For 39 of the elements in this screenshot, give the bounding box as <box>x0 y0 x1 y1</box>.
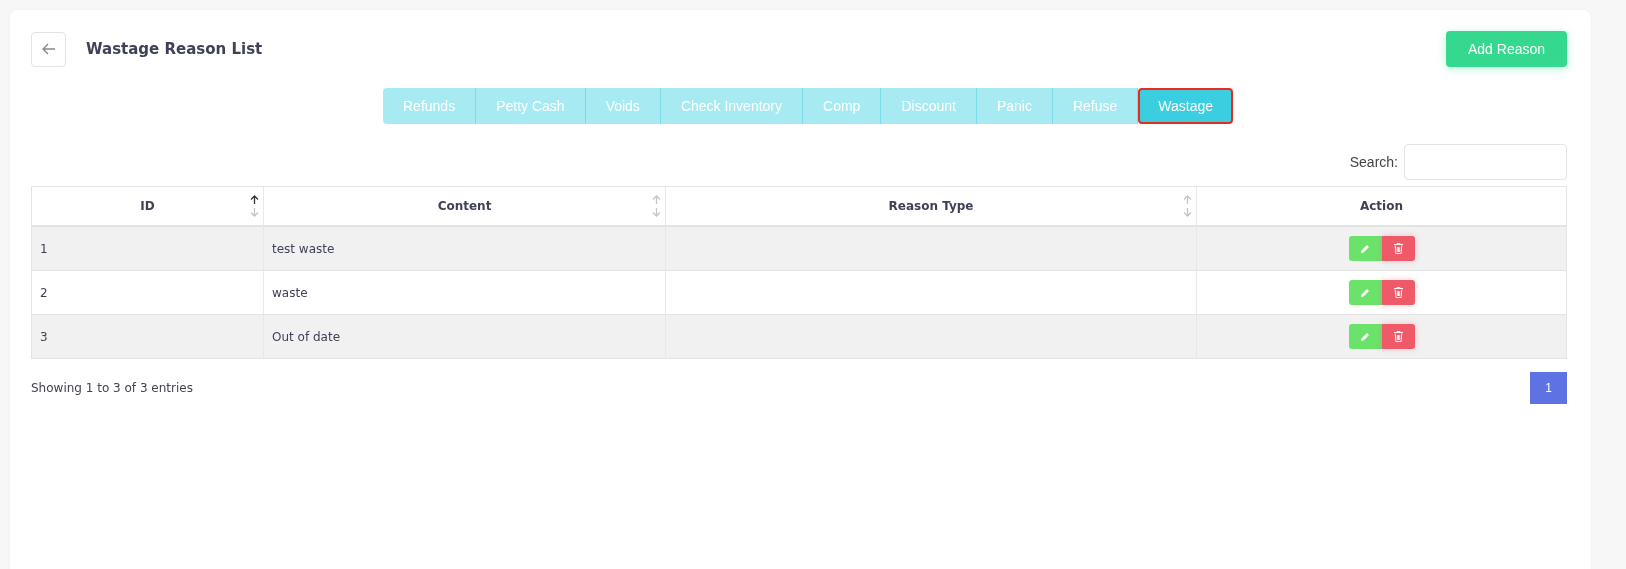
pencil-icon <box>1360 243 1370 254</box>
tab[interactable]: Wastage <box>1138 88 1233 124</box>
table-cell: 1 <box>32 227 264 270</box>
table-cell: 2 <box>32 271 264 314</box>
table-cell: 3 <box>32 315 264 358</box>
table-cell: waste <box>264 271 666 314</box>
trash-icon <box>1393 331 1403 342</box>
page-title: Wastage Reason List <box>86 40 263 58</box>
tab[interactable]: Comp <box>803 88 882 124</box>
tab[interactable]: Petty Cash <box>476 88 586 124</box>
page-button[interactable]: 1 <box>1530 372 1567 404</box>
pencil-icon <box>1360 331 1370 342</box>
pencil-icon <box>1360 287 1370 298</box>
edit-button[interactable] <box>1348 324 1382 349</box>
column-title: ID <box>140 199 155 213</box>
table-cell: test waste <box>264 227 666 270</box>
add-reason-button[interactable]: Add Reason <box>1446 31 1567 67</box>
tab[interactable]: Panic <box>976 88 1053 124</box>
column-title: Action <box>1359 199 1403 213</box>
delete-button[interactable] <box>1381 280 1415 305</box>
edit-button[interactable] <box>1348 280 1382 305</box>
delete-button[interactable] <box>1381 236 1415 261</box>
entries-info: Showing 1 to 3 of 3 entries <box>31 381 193 395</box>
tab[interactable]: Refunds <box>383 88 477 124</box>
trash-icon <box>1393 243 1403 254</box>
tab[interactable]: Check Inventory <box>660 88 804 124</box>
delete-button[interactable] <box>1381 324 1415 349</box>
edit-button[interactable] <box>1348 236 1382 261</box>
back-arrow-icon <box>41 43 56 55</box>
search-label: Search: <box>1349 154 1398 170</box>
search-field[interactable] <box>1404 144 1567 180</box>
column-title: Content <box>437 199 492 213</box>
trash-icon <box>1393 287 1403 298</box>
back-button[interactable] <box>31 31 66 67</box>
tab[interactable]: Discount <box>881 88 977 124</box>
tab[interactable]: Voids <box>585 88 661 124</box>
table-cell: Out of date <box>264 315 666 358</box>
tab[interactable]: Refuse <box>1052 88 1139 124</box>
column-title: Reason Type <box>888 199 974 213</box>
